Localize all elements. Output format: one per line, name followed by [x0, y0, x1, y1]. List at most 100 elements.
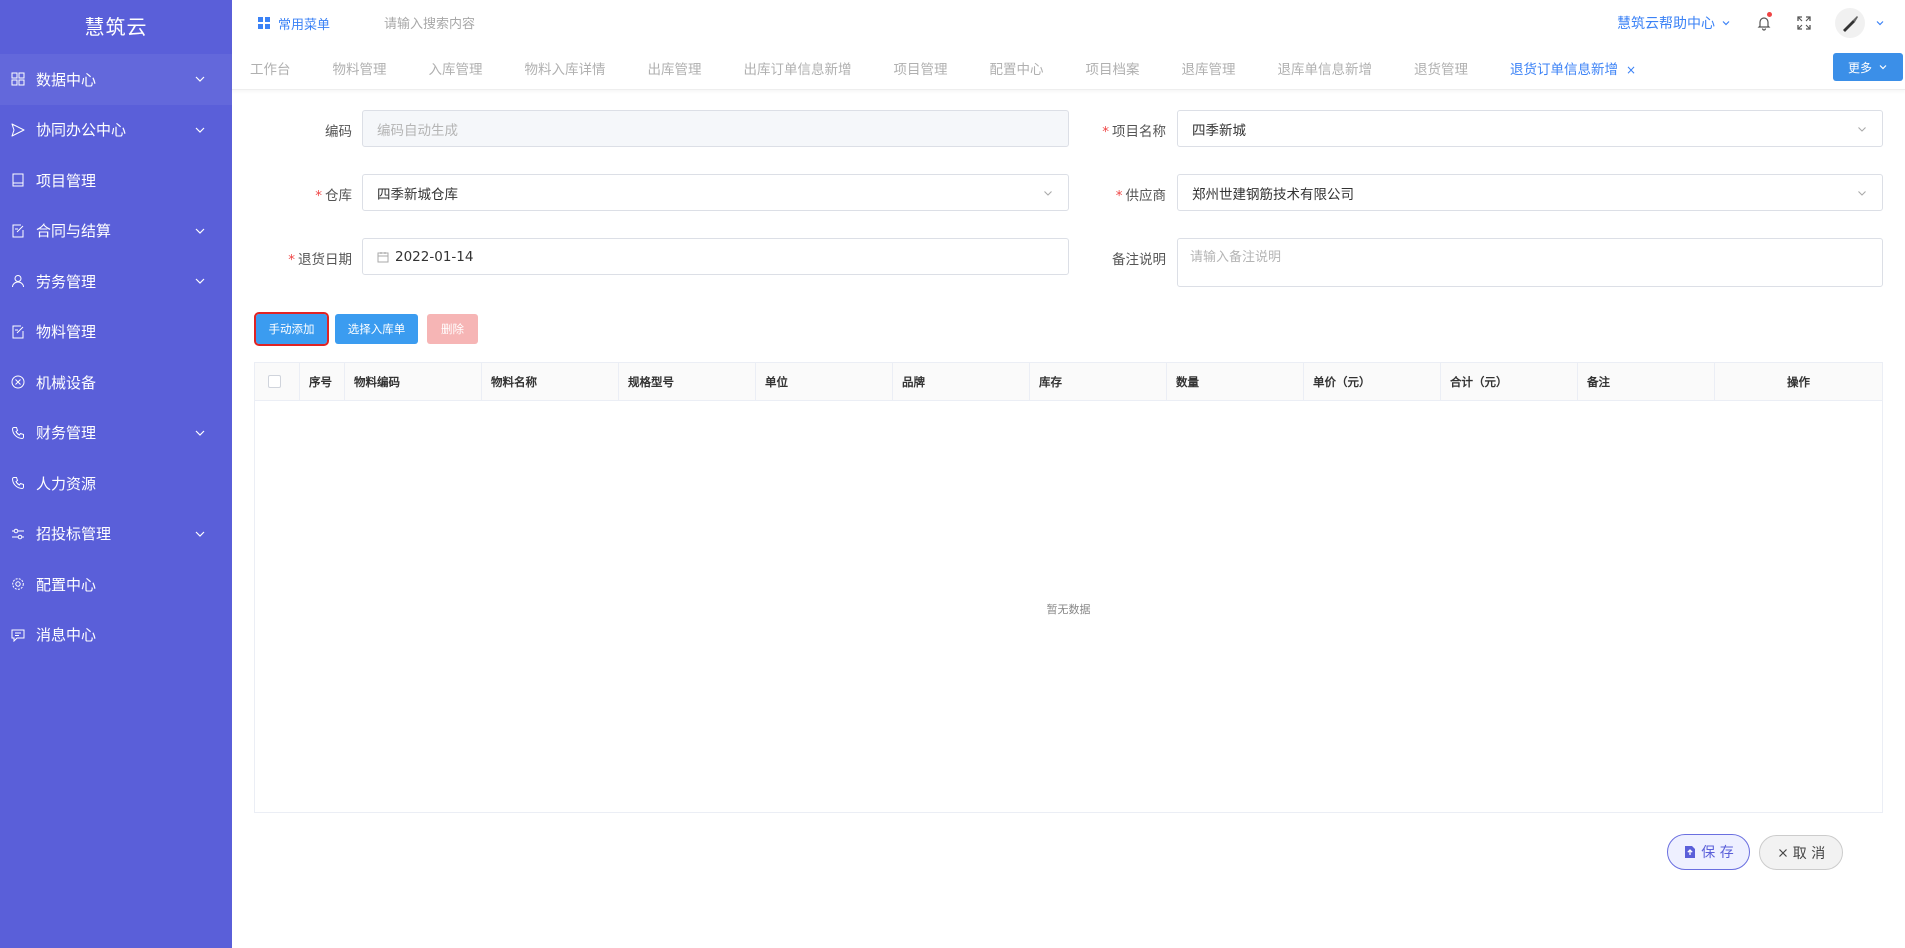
chevron-down-icon [1858, 126, 1866, 132]
more-label: 更多 [1847, 60, 1872, 75]
sidebar-item[interactable]: 配置中心 [0, 559, 232, 610]
chevron-down-icon [1044, 190, 1052, 196]
cancel-label: 取 消 [1792, 845, 1826, 862]
warehouse-value: 四季新城仓库 [377, 186, 458, 203]
phone-icon [10, 425, 26, 441]
sidebar-item[interactable]: 机械设备 [0, 357, 232, 408]
common-menu-button[interactable]: 常用菜单 [258, 14, 330, 33]
phone-icon [10, 475, 26, 491]
tab[interactable]: 出库订单信息新增 [744, 58, 852, 78]
help-center-link[interactable]: 慧筑云帮助中心 [1617, 13, 1731, 33]
tab[interactable]: 项目管理 [894, 58, 948, 78]
manual-add-button[interactable]: 手动添加 [254, 312, 329, 346]
tab[interactable]: 入库管理 [429, 58, 483, 78]
column-header: 品牌 [893, 363, 1030, 400]
sidebar-item[interactable]: 消息中心 [0, 610, 232, 661]
tab[interactable]: 配置中心 [990, 58, 1044, 78]
tab-list: 工作台 物料管理 入库管理 物料入库详情 出库管理 出库订单信息新增 项目管理 配置中心 项目档… [250, 46, 1678, 90]
tab-active[interactable]: 退货订单信息新增 × [1510, 58, 1636, 78]
remark-textarea[interactable]: 请输入备注说明 [1177, 238, 1883, 287]
sidebar-item-label: 配置中心 [36, 575, 97, 594]
notification-dot [1767, 12, 1772, 17]
calendar-icon [377, 251, 389, 262]
sidebar-item-label: 人力资源 [36, 474, 97, 493]
user-icon [10, 273, 26, 289]
chevron-down-icon [194, 73, 206, 85]
project-name-label: * 项目名称 [1102, 124, 1166, 140]
edit-doc-icon [10, 223, 26, 239]
select-all-cell [255, 363, 300, 400]
select-all-checkbox[interactable] [268, 375, 281, 388]
search-input[interactable] [384, 15, 685, 31]
bell-icon[interactable] [1755, 12, 1773, 32]
tab[interactable]: 退库单信息新增 [1278, 58, 1373, 78]
gear-icon [10, 576, 26, 592]
delete-button: 删除 [427, 314, 478, 344]
column-header: 操作 [1787, 374, 1810, 389]
edit-doc-icon [10, 324, 26, 340]
tab[interactable]: 工作台 [250, 58, 291, 78]
help-center-label: 慧筑云帮助中心 [1617, 16, 1715, 32]
chevron-down-icon [194, 124, 206, 136]
sidebar-item[interactable]: 合同与结算 [0, 206, 232, 257]
column-header: 合计（元） [1441, 363, 1578, 400]
close-icon[interactable]: × [1626, 63, 1636, 77]
sidebar-item-label: 项目管理 [36, 171, 97, 190]
sidebar-item[interactable]: 物料管理 [0, 307, 232, 358]
column-header: 规格型号 [619, 363, 756, 400]
chevron-down-icon [194, 275, 206, 287]
column-header: 单位 [756, 363, 893, 400]
save-button[interactable]: 保 存 [1667, 834, 1750, 870]
sidebar-item[interactable]: 财务管理 [0, 408, 232, 459]
tab[interactable]: 退货管理 [1414, 58, 1468, 78]
sidebar-item[interactable]: 劳务管理 [0, 256, 232, 307]
warehouse-select[interactable]: 四季新城仓库 [362, 174, 1069, 211]
top-header: 常用菜单 慧筑云帮助中心 [232, 0, 1905, 46]
supplier-select[interactable]: 郑州世建钢筋技术有限公司 [1177, 174, 1883, 211]
select-inbound-button[interactable]: 选择入库单 [335, 314, 418, 344]
more-tabs-button[interactable]: 更多 [1833, 53, 1903, 81]
warehouse-label: * 仓库 [315, 188, 352, 204]
user-menu-chevron-icon[interactable] [1875, 18, 1885, 28]
sidebar-item[interactable]: 项目管理 [0, 155, 232, 206]
common-menu-label: 常用菜单 [278, 17, 331, 33]
tab-active-label: 退货订单信息新增 [1510, 62, 1618, 78]
sidebar-item-label: 数据中心 [36, 70, 97, 89]
tab[interactable]: 退库管理 [1182, 58, 1236, 78]
column-header: 序号 [300, 363, 345, 400]
column-header: 单价（元） [1304, 363, 1441, 400]
code-label: 编码 [325, 124, 352, 140]
sidebar-item[interactable]: 招投标管理 [0, 509, 232, 560]
chevron-down-icon [1858, 190, 1866, 196]
cancel-button[interactable]: 取 消 [1759, 835, 1843, 870]
empty-text: 暂无数据 [1046, 603, 1091, 616]
tab[interactable]: 物料入库详情 [525, 58, 606, 78]
sidebar-item-label: 机械设备 [36, 373, 97, 392]
fullscreen-icon[interactable] [1795, 14, 1813, 32]
sidebar-item[interactable]: 协同办公中心 [0, 105, 232, 156]
tab[interactable]: 项目档案 [1086, 58, 1140, 78]
column-header: 库存 [1030, 363, 1167, 400]
column-header: 数量 [1167, 363, 1304, 400]
chevron-down-icon [194, 225, 206, 237]
save-file-icon [1685, 846, 1696, 858]
remark-label: 备注说明 [1112, 252, 1166, 268]
sliders-icon [10, 526, 26, 542]
tab[interactable]: 物料管理 [333, 58, 387, 78]
return-date-value: 2022-01-14 [395, 248, 474, 265]
return-date-picker[interactable]: 2022-01-14 [362, 238, 1069, 275]
chevron-down-icon [1722, 21, 1730, 26]
sidebar-item-label: 物料管理 [36, 323, 97, 342]
column-header: 物料编码 [345, 363, 482, 400]
sidebar-item-label: 劳务管理 [36, 272, 97, 291]
message-icon [10, 627, 26, 643]
book-icon [10, 172, 26, 188]
avatar[interactable] [1835, 8, 1865, 38]
circle-x-icon [10, 374, 26, 390]
sidebar-item[interactable]: 数据中心 [0, 54, 232, 105]
sidebar-item-label: 财务管理 [36, 424, 97, 443]
column-header: 物料名称 [482, 363, 619, 400]
sidebar-item[interactable]: 人力资源 [0, 458, 232, 509]
project-name-select[interactable]: 四季新城 [1177, 110, 1883, 147]
tab[interactable]: 出库管理 [648, 58, 702, 78]
